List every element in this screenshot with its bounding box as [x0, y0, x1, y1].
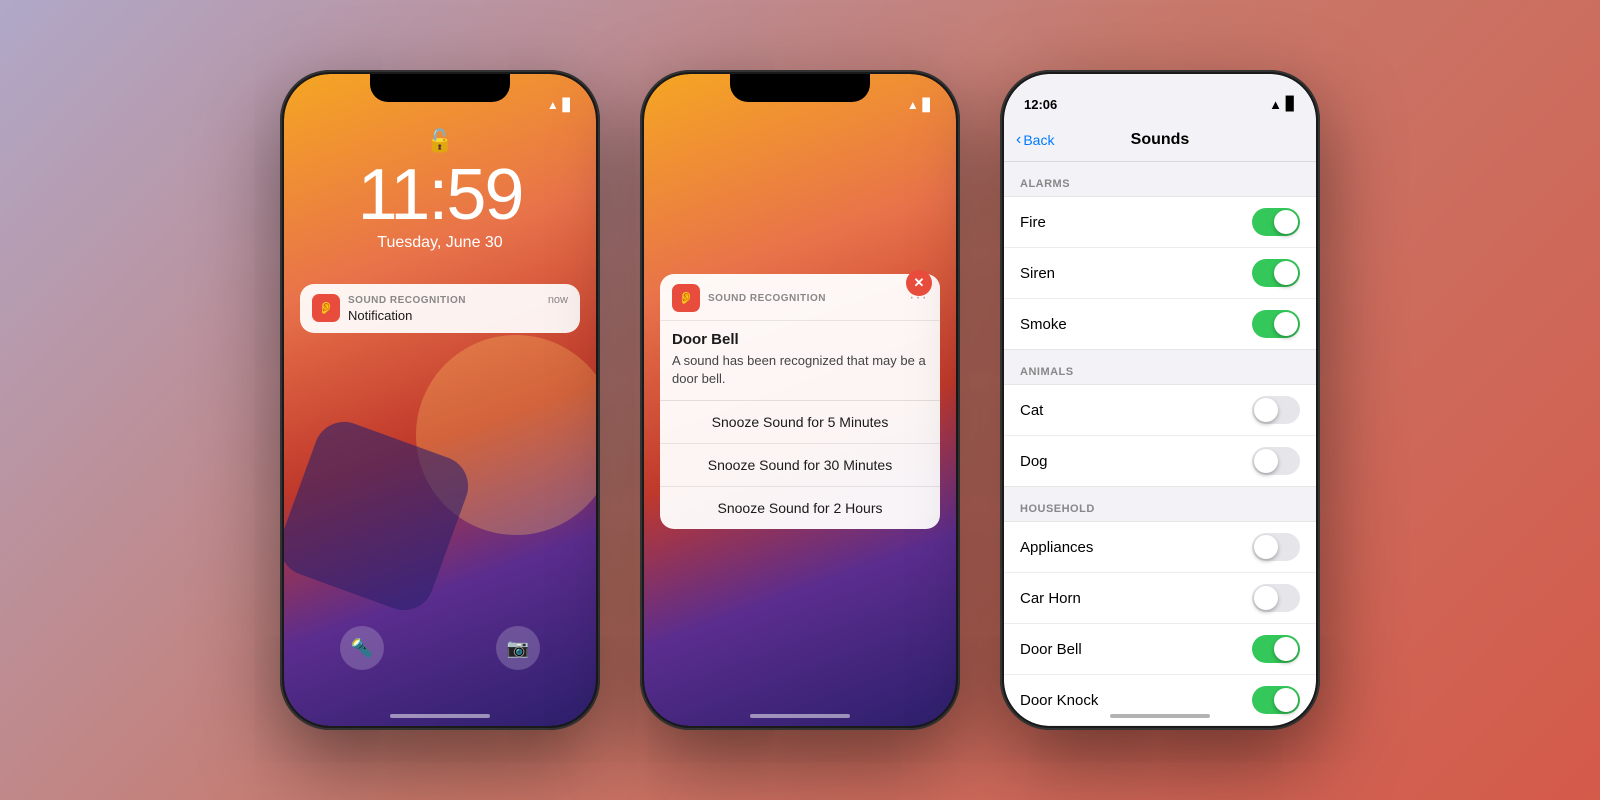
settings-row-doorbell: Door Bell: [1004, 624, 1316, 675]
close-notification-button[interactable]: ✕: [906, 270, 932, 296]
settings-status-icons: ▲ ▊: [1269, 96, 1296, 112]
label-cat: Cat: [1020, 402, 1043, 419]
settings-battery-icon: ▊: [1286, 96, 1296, 112]
label-siren: Siren: [1020, 265, 1055, 282]
section-header-animals: ANIMALS: [1004, 350, 1316, 384]
home-bar-2: [750, 714, 850, 718]
expanded-notification-card: 👂 SOUND RECOGNITION ··· Door Bell A soun…: [660, 274, 940, 529]
toggle-siren[interactable]: [1252, 259, 1300, 287]
snooze-actions: Snooze Sound for 5 Minutes Snooze Sound …: [660, 400, 940, 529]
notif-app-name: SOUND RECOGNITION: [348, 295, 466, 306]
lock-notification: 👂 SOUND RECOGNITION now Notification: [300, 284, 580, 333]
settings-row-smoke: Smoke: [1004, 299, 1316, 349]
back-label: Back: [1023, 132, 1054, 148]
battery-icon-2: ▊: [923, 98, 932, 112]
settings-row-appliances: Appliances: [1004, 522, 1316, 573]
toggle-carhorn[interactable]: [1252, 584, 1300, 612]
phone-3: 12:06 ▲ ▊ ‹ Back Sounds ALARMS: [1000, 70, 1320, 730]
toggle-smoke[interactable]: [1252, 310, 1300, 338]
settings-wifi-icon: ▲: [1269, 97, 1282, 112]
snooze-30-minutes-button[interactable]: Snooze Sound for 30 Minutes: [660, 444, 940, 487]
label-appliances: Appliances: [1020, 539, 1093, 556]
settings-row-siren: Siren: [1004, 248, 1316, 299]
label-smoke: Smoke: [1020, 316, 1067, 333]
toggle-doorknock[interactable]: [1252, 686, 1300, 714]
notif-content: SOUND RECOGNITION now Notification: [348, 294, 568, 323]
snooze-2-hours-button[interactable]: Snooze Sound for 2 Hours: [660, 487, 940, 529]
settings-row-fire: Fire: [1004, 197, 1316, 248]
back-chevron-icon: ‹: [1016, 131, 1021, 149]
settings-row-cat: Cat: [1004, 385, 1316, 436]
phone-2: ▲ ▊ ✕ 👂 SOUND RECOGNITION ··· Door Be: [640, 70, 960, 730]
expanded-title: Door Bell: [672, 331, 928, 348]
nav-title: Sounds: [1131, 131, 1190, 149]
label-dog: Dog: [1020, 453, 1048, 470]
status-icons-2: ▲ ▊: [907, 98, 932, 112]
expanded-app-name: SOUND RECOGNITION: [708, 293, 826, 304]
snooze-5-minutes-button[interactable]: Snooze Sound for 5 Minutes: [660, 401, 940, 444]
section-header-alarms: ALARMS: [1004, 162, 1316, 196]
expanded-description: A sound has been recognized that may be …: [672, 352, 928, 388]
phone-1: ▲ ▊ 🔓 11:59 Tuesday, June 30 👂 SOUND REC…: [280, 70, 600, 730]
label-doorknock: Door Knock: [1020, 692, 1098, 709]
expanded-app-icon: 👂: [672, 284, 700, 312]
settings-row-dog: Dog: [1004, 436, 1316, 486]
notif-timestamp: now: [548, 294, 568, 306]
household-group: Appliances Car Horn Door Bell Door: [1004, 521, 1316, 726]
notch-2: [730, 74, 870, 102]
wifi-icon-2: ▲: [907, 98, 919, 112]
toggle-cat[interactable]: [1252, 396, 1300, 424]
settings-screen: 12:06 ▲ ▊ ‹ Back Sounds ALARMS: [1004, 74, 1316, 726]
label-doorbell: Door Bell: [1020, 641, 1082, 658]
toggle-appliances[interactable]: [1252, 533, 1300, 561]
wifi-icon: ▲: [547, 98, 559, 112]
status-icons: ▲ ▊: [547, 98, 572, 112]
settings-nav: ‹ Back Sounds: [1004, 118, 1316, 162]
toggle-doorbell[interactable]: [1252, 635, 1300, 663]
settings-time: 12:06: [1024, 97, 1057, 112]
home-bar-1: [390, 714, 490, 718]
toggle-fire[interactable]: [1252, 208, 1300, 236]
toggle-dog[interactable]: [1252, 447, 1300, 475]
settings-content: ALARMS Fire Siren Smoke: [1004, 162, 1316, 726]
notif-message: Notification: [348, 308, 568, 323]
expanded-body: Door Bell A sound has been recognized th…: [660, 321, 940, 400]
home-bar-3: [1110, 714, 1210, 718]
lock-icon: 🔓: [426, 128, 453, 154]
lock-date: Tuesday, June 30: [377, 234, 502, 252]
section-header-household: HOUSEHOLD: [1004, 487, 1316, 521]
torch-button[interactable]: 🔦: [340, 626, 384, 670]
settings-row-doorknock: Door Knock: [1004, 675, 1316, 726]
battery-icon: ▊: [563, 98, 572, 112]
lock-time: 11:59: [358, 154, 523, 236]
label-carhorn: Car Horn: [1020, 590, 1081, 607]
settings-row-carhorn: Car Horn: [1004, 573, 1316, 624]
expanded-header: 👂 SOUND RECOGNITION ···: [660, 274, 940, 321]
back-button[interactable]: ‹ Back: [1016, 131, 1054, 149]
animals-group: Cat Dog: [1004, 384, 1316, 487]
notch: [370, 74, 510, 102]
camera-button[interactable]: 📷: [496, 626, 540, 670]
notif-app-icon: 👂: [312, 294, 340, 322]
label-fire: Fire: [1020, 214, 1046, 231]
notch-3: [1090, 74, 1230, 102]
alarms-group: Fire Siren Smoke: [1004, 196, 1316, 350]
expanded-header-left: 👂 SOUND RECOGNITION: [672, 284, 826, 312]
